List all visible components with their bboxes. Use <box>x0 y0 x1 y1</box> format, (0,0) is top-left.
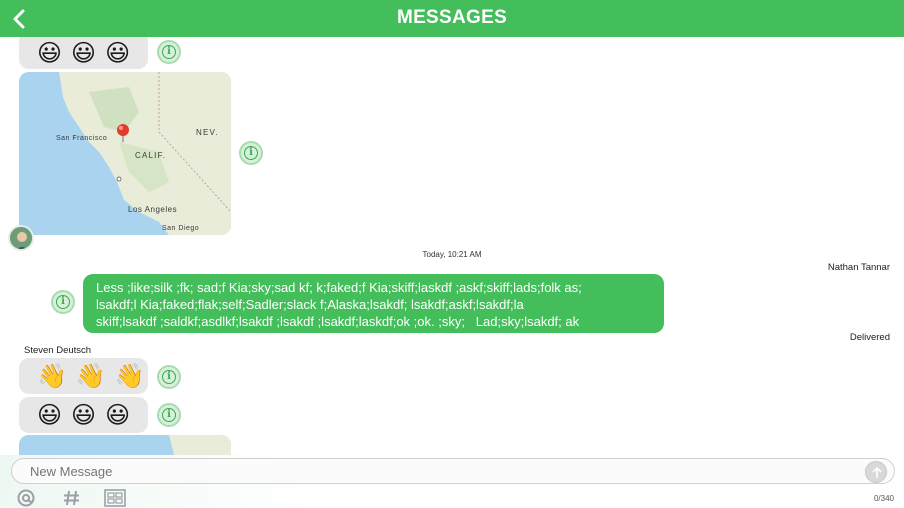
smiley-emoji: 😃 <box>37 401 63 429</box>
map-label-san-diego: San Diego <box>162 225 200 232</box>
sender-name: Nathan Tannar <box>827 262 890 273</box>
message-thread[interactable]: 😃 😃 😃 i San Francisco CALIF. NEV. Los An… <box>0 37 904 455</box>
location-map[interactable] <box>19 435 231 455</box>
character-counter: 0/340 <box>873 494 894 503</box>
map-graphic <box>19 435 231 455</box>
send-arrow-icon <box>872 466 882 478</box>
info-icon[interactable]: i <box>157 40 181 64</box>
hashtag-icon[interactable] <box>61 489 83 507</box>
smiley-emoji: 😃 <box>37 39 63 67</box>
avatar-image <box>10 227 32 249</box>
map-graphic <box>19 72 231 235</box>
page-title: MESSAGES <box>396 7 508 28</box>
info-icon[interactable]: i <box>157 403 181 427</box>
info-icon[interactable]: i <box>157 365 181 389</box>
message-input[interactable] <box>11 458 895 484</box>
wave-emoji: 👋 <box>37 362 67 390</box>
message-bubble-outgoing[interactable]: Less ;like;silk ;fk; sad;f Kia;sky;sad k… <box>83 274 664 333</box>
map-label-san-francisco: San Francisco <box>56 135 108 142</box>
smiley-emoji: 😃 <box>105 401 131 429</box>
message-timestamp: Today, 10:21 AM <box>422 250 482 259</box>
location-map[interactable]: San Francisco CALIF. NEV. Los Angeles Sa… <box>19 72 231 235</box>
message-bubble-emoji[interactable]: 😃 😃 😃 <box>19 37 148 69</box>
info-icon[interactable]: i <box>51 290 75 314</box>
smiley-emoji: 😃 <box>105 39 131 67</box>
map-label-nevada: NEV. <box>196 128 219 137</box>
at-sign-icon[interactable] <box>15 489 37 507</box>
template-icon[interactable] <box>104 489 126 507</box>
message-bubble-emoji[interactable]: 👋 👋 👋 <box>19 358 148 394</box>
message-bubble-emoji[interactable]: 😃 😃 😃 <box>19 397 148 433</box>
map-label-california: CALIF. <box>135 151 167 160</box>
delivery-status: Delivered <box>849 332 890 343</box>
smiley-emoji: 😃 <box>71 401 97 429</box>
wave-emoji: 👋 <box>114 362 145 390</box>
header-bar: MESSAGES <box>0 0 904 37</box>
map-label-los-angeles: Los Angeles <box>128 205 178 214</box>
send-button[interactable] <box>865 461 887 483</box>
message-text: Less ;like;silk ;fk; sad;f Kia;sky;sad k… <box>96 280 582 329</box>
sender-name: Steven Deutsch <box>24 345 92 356</box>
smiley-emoji: 😃 <box>71 39 97 67</box>
wave-emoji: 👋 <box>75 362 106 390</box>
composer-bar: 0/340 <box>0 455 904 508</box>
avatar[interactable] <box>8 225 34 251</box>
info-icon[interactable]: i <box>239 141 263 165</box>
